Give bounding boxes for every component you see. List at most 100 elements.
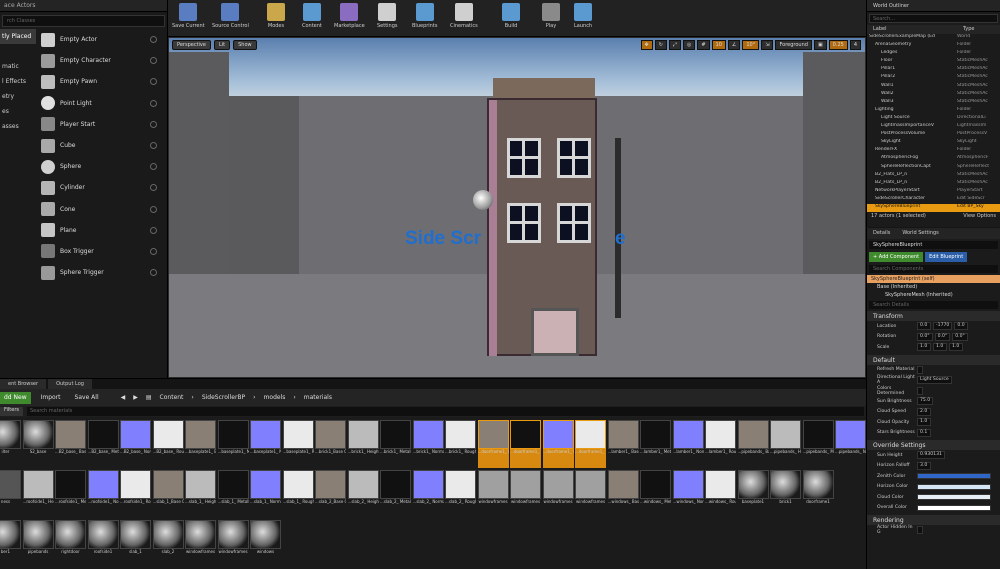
asset-tile[interactable]: ...brick1_ Height [347, 420, 379, 468]
place-category[interactable]: asses [0, 119, 36, 134]
asset-tile[interactable]: ...roofside1_ Normal [87, 470, 119, 518]
foreground-value[interactable]: Foreground [775, 40, 812, 50]
breadcrumb-models[interactable]: models [264, 394, 286, 401]
asset-tile[interactable]: ...doorframe1_ Roughness [575, 420, 606, 468]
asset-tile[interactable]: windowframes [575, 470, 606, 518]
asset-tile[interactable]: ...slab_2_ Height [347, 470, 379, 518]
tab-content-browser[interactable]: ent Browser [0, 379, 47, 389]
breadcrumb-sidescrollerbp[interactable]: SideScrollerBP [202, 394, 245, 401]
place-category[interactable]: etry [0, 89, 36, 104]
asset-tile[interactable]: ...brick1_Base Color [315, 420, 346, 468]
outliner-row[interactable]: SphereReflectionCapt SphereReflect [867, 164, 1000, 172]
add-new-button[interactable]: dd New [0, 391, 31, 404]
asset-tile[interactable]: ...pipebands_ Normal [835, 420, 866, 468]
help-icon[interactable] [150, 99, 157, 107]
color-swatch[interactable] [917, 483, 991, 490]
place-category[interactable]: es [0, 104, 36, 119]
outliner-row[interactable]: Lighting Folder [867, 107, 1000, 115]
asset-tile[interactable]: ...baseplate1_ Roughness [282, 420, 314, 468]
place-item[interactable]: Cube [37, 135, 167, 156]
asset-tile[interactable]: windowframes [217, 520, 249, 568]
toolbar-button-content[interactable]: Content [302, 3, 322, 29]
outliner-row[interactable]: Pillar1 StaticMeshAc [867, 66, 1000, 74]
toolbar-button-source-control[interactable]: Source Control [212, 3, 249, 29]
rotation-x[interactable]: 0.0° [917, 332, 933, 341]
property-value[interactable]: 2.0 [917, 407, 931, 416]
outliner-search-input[interactable]: Search... [869, 14, 998, 23]
asset-tile[interactable]: ...baseplate1_ BaseColor [185, 420, 216, 468]
place-item[interactable]: Empty Character [37, 50, 167, 71]
location-x[interactable]: 0.0 [917, 322, 931, 331]
outliner-row[interactable]: LightmassImportanceV LightmassIm [867, 123, 1000, 131]
asset-tile[interactable]: ...brick1_ Normal [412, 420, 444, 468]
asset-tile[interactable]: ...slab_1_ Height [185, 470, 216, 518]
asset-tile[interactable]: ...windows_ Roughness [705, 470, 736, 518]
save-all-button[interactable]: Save All [71, 392, 103, 404]
help-icon[interactable] [150, 226, 157, 234]
asset-tile[interactable]: windowframes [185, 520, 216, 568]
asset-tile[interactable]: ...windows_ Normal [672, 470, 704, 518]
asset-tile[interactable]: ...roofside1_ Height [22, 470, 54, 518]
scale-y[interactable]: 1.0 [933, 343, 947, 352]
import-button[interactable]: Import [37, 392, 65, 404]
outliner-row[interactable]: B2_Flats_LP_n StaticMeshAc [867, 172, 1000, 180]
sky-sphere-icon[interactable] [473, 190, 493, 210]
scale-snap-icon[interactable]: ⇲ [761, 40, 774, 50]
outliner-row[interactable]: SkySphereBlueprint Edit BP_Sky [867, 203, 1000, 213]
outliner-row[interactable]: SkyLight SkyLight [867, 139, 1000, 147]
asset-tile[interactable]: ...brick1_ Metallic [380, 420, 411, 468]
tab-output-log[interactable]: Output Log [48, 379, 92, 389]
place-item[interactable]: Point Light [37, 93, 167, 114]
rotate-icon[interactable]: ↻ [654, 40, 667, 50]
place-category[interactable]: matic [0, 59, 36, 74]
asset-tile[interactable]: windowframes [510, 470, 541, 518]
help-icon[interactable] [150, 36, 157, 44]
component-base[interactable]: Base (Inherited) [867, 283, 1000, 291]
rotation-snap-icon[interactable]: ∠ [727, 40, 741, 50]
asset-tile[interactable]: ...slab_2_Base Color [315, 470, 346, 518]
outliner-row[interactable]: Wall3 StaticMeshAc [867, 99, 1000, 107]
actor-name-field[interactable]: SkySphereBlueprint [869, 241, 998, 249]
asset-tile[interactable]: doorframe1 [802, 470, 834, 518]
asset-tile[interactable]: ilter [0, 420, 21, 468]
asset-tile[interactable]: ...baseplate1_ Normal [250, 420, 281, 468]
asset-tile[interactable]: ...doorframe1_ Normal [542, 420, 574, 468]
breadcrumb-content[interactable]: Content [160, 394, 184, 401]
outliner-row[interactable]: RenderFX Folder [867, 147, 1000, 155]
asset-tile[interactable]: ...windows_ BaseColor [607, 470, 639, 518]
toolbar-button-save-current[interactable]: Save Current [172, 3, 205, 29]
asset-tile[interactable]: ...slab_1_ Roughness [282, 470, 314, 518]
outliner-row[interactable]: AtmosphericFog AtmosphericF [867, 155, 1000, 163]
toolbar-button-cinematics[interactable]: Cinematics [450, 3, 478, 29]
place-item[interactable]: Empty Actor [37, 29, 167, 50]
help-icon[interactable] [150, 78, 157, 86]
outliner-row[interactable]: PostProcessVolume PostProcessV [867, 131, 1000, 139]
asset-tile[interactable]: ...baseplate1_ Metallic [217, 420, 249, 468]
asset-tile[interactable]: ...lamber1_ Normal [672, 420, 704, 468]
place-item[interactable]: Player Start [37, 114, 167, 135]
perspective-button[interactable]: Perspective [172, 40, 211, 50]
scale-snap-value[interactable]: 0.25 [828, 40, 848, 50]
location-z[interactable]: 0.0 [954, 322, 969, 331]
outliner-row[interactable]: Pillar2 StaticMeshAc [867, 74, 1000, 82]
override-section[interactable]: Override Settings [867, 440, 1000, 450]
override-value[interactable]: 0.930131 [917, 451, 945, 460]
help-icon[interactable] [150, 205, 157, 213]
camera-speed-icon[interactable]: ▣ [813, 40, 827, 50]
help-icon[interactable] [150, 247, 157, 255]
rotation-z[interactable]: 0.0° [952, 332, 968, 341]
rotation-y[interactable]: 0.0° [934, 332, 951, 341]
component-mesh[interactable]: SkySphereMesh (Inherited) [867, 291, 1000, 299]
asset-tile[interactable]: ...doorframe1_ BaseColor [477, 420, 509, 468]
outliner-row[interactable]: B2_Flats_LP_n StaticMeshAc [867, 180, 1000, 188]
outliner-row[interactable]: Wall1 StaticMeshAc [867, 83, 1000, 91]
level-viewport[interactable]: Side Scr e Perspective Lit Show ✥ ↻ ⤢ ◎ … [168, 37, 866, 378]
world-outliner-tab[interactable]: World Outliner [867, 0, 1000, 12]
property-value[interactable]: 75.0 [917, 397, 934, 406]
asset-tile[interactable]: roofside1 [87, 520, 119, 568]
asset-tile[interactable]: ness [0, 470, 21, 518]
asset-tile[interactable]: baseplate1 [737, 470, 769, 518]
asset-tile[interactable]: S2_base [22, 420, 54, 468]
asset-tile[interactable]: windowframes [477, 470, 509, 518]
outliner-row[interactable]: NetworkPlayerStart PlayerStart [867, 188, 1000, 196]
